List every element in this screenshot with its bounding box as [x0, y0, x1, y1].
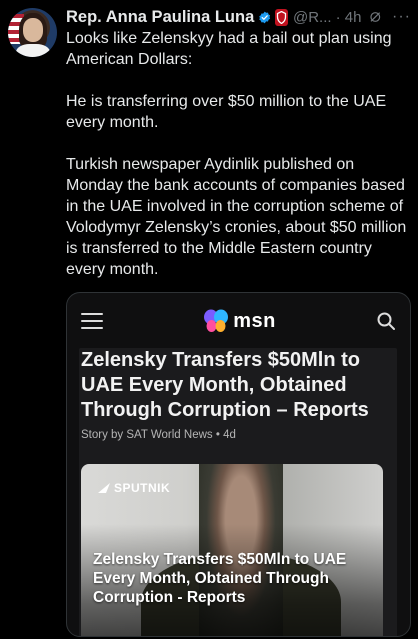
- verified-icon: [259, 11, 271, 23]
- congress-badge-icon: [274, 8, 288, 26]
- avatar-shirt: [16, 44, 50, 57]
- msn-top-bar: msn: [67, 293, 410, 349]
- article-preview: Zelensky Transfers $50Mln to UAE Every M…: [79, 348, 397, 636]
- msn-logo: msn: [203, 309, 276, 333]
- time-ago: 4h: [344, 8, 362, 26]
- photo-caption: Zelensky Transfers $50Mln to UAE Every M…: [93, 551, 347, 606]
- sputnik-watermark: SPUTNIK: [97, 481, 170, 495]
- msn-wordmark: msn: [233, 309, 276, 332]
- post-header: Rep. Anna Paulina Luna @R... · 4h ···: [66, 6, 411, 28]
- sputnik-logo-icon: [98, 483, 110, 493]
- author-avatar[interactable]: [8, 8, 57, 57]
- article-photo: SPUTNIK Zelensky Transfers $50Mln to UAE…: [81, 464, 383, 636]
- article-byline: Story by SAT World News • 4d: [81, 429, 236, 441]
- post-paragraph-3: Turkish newspaper Aydinlik published on …: [66, 156, 407, 278]
- sputnik-wordmark: SPUTNIK: [114, 481, 171, 495]
- search-icon: [377, 312, 395, 330]
- butterfly-icon: [204, 309, 229, 332]
- menu-icon: [81, 313, 103, 329]
- media-card[interactable]: msn Zelensky Transfers $50Mln to UAE Eve…: [66, 292, 411, 637]
- avatar-face: [23, 18, 43, 42]
- post-paragraph-1: Looks like Zelenskyy had a bail out plan…: [66, 30, 392, 68]
- article-headline: Zelensky Transfers $50Mln to UAE Every M…: [81, 349, 369, 421]
- post-timestamp[interactable]: · 4h: [336, 9, 362, 26]
- author-handle[interactable]: @R...: [293, 9, 332, 26]
- post-body: Looks like Zelenskyy had a bail out plan…: [66, 28, 412, 280]
- grok-icon[interactable]: [369, 9, 382, 25]
- more-options-button[interactable]: ···: [392, 8, 411, 26]
- post-paragraph-2: He is transferring over $50 million to t…: [66, 93, 387, 131]
- author-name[interactable]: Rep. Anna Paulina Luna: [66, 8, 254, 27]
